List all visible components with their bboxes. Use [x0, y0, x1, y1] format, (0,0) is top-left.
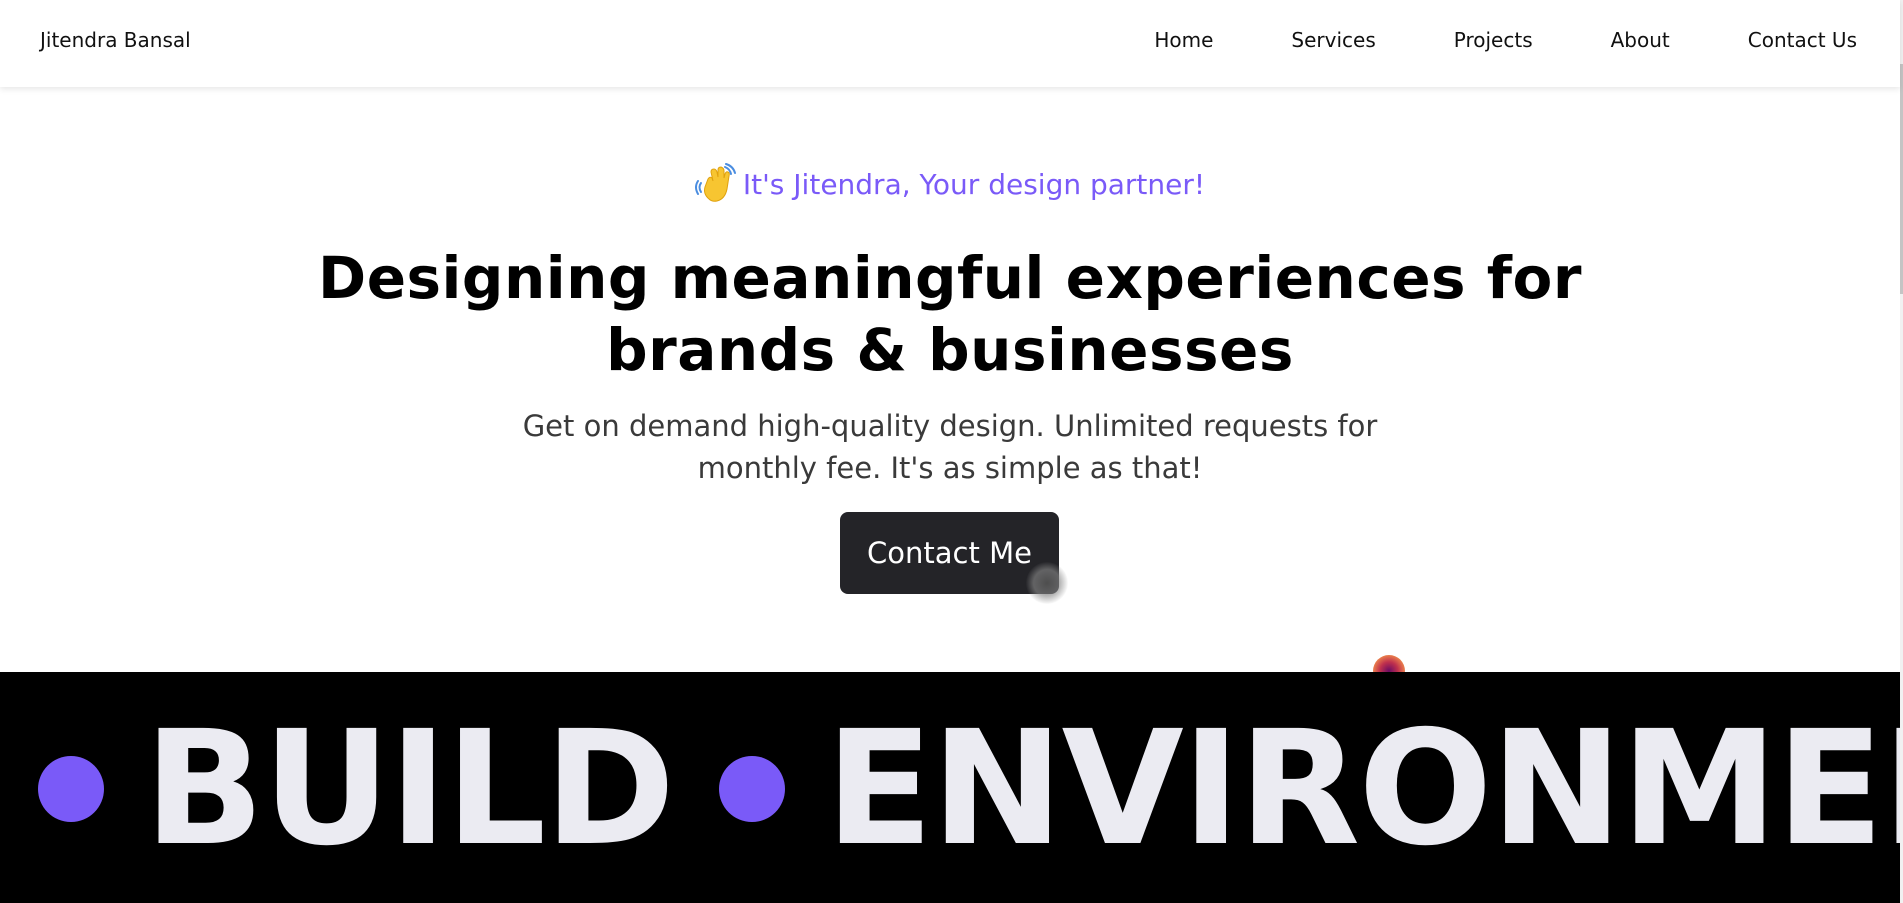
nav-link-projects[interactable]: Projects: [1454, 28, 1533, 52]
greeting-text: It's Jitendra, Your design partner!: [742, 167, 1206, 201]
marquee-word: ENVIRONMEN: [825, 697, 1900, 881]
nav-link-home[interactable]: Home: [1154, 28, 1213, 52]
hero-headline: Designing meaningful experiences for bra…: [318, 244, 1582, 384]
marquee-bullet-dot: [719, 756, 786, 822]
nav-link-about[interactable]: About: [1611, 28, 1670, 52]
hero-subtext: Get on demand high-quality design. Unlim…: [522, 409, 1378, 485]
marquee-banner: BUILD ENVIRONMEN: [0, 672, 1900, 903]
greeting: It's Jitendra, Your design partner!: [0, 163, 1900, 205]
marquee-bullet-dot: [38, 756, 104, 822]
marquee-word: BUILD: [144, 697, 675, 881]
marquee-track: BUILD ENVIRONMEN: [38, 710, 1900, 868]
hero-section: It's Jitendra, Your design partner! Desi…: [0, 87, 1900, 687]
nav-link-contact-us[interactable]: Contact Us: [1748, 28, 1857, 52]
waving-hand-icon: [694, 163, 737, 205]
top-navbar: Jitendra Bansal Home Services Projects A…: [0, 0, 1900, 87]
nav-link-services[interactable]: Services: [1291, 28, 1375, 52]
brand-link[interactable]: Jitendra Bansal: [40, 28, 191, 52]
nav-links: Home Services Projects About Contact Us: [1154, 28, 1857, 52]
cursor-follower-shadow: [1026, 562, 1068, 604]
